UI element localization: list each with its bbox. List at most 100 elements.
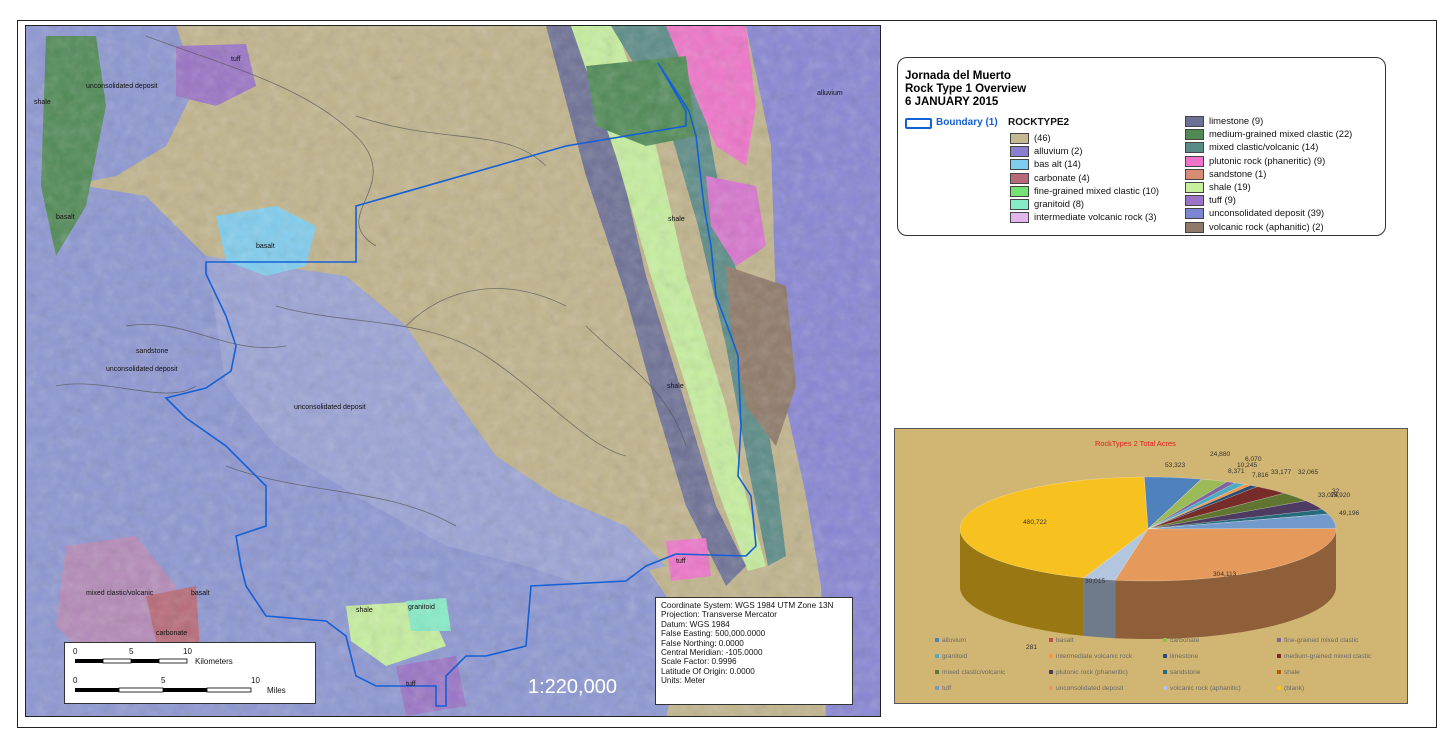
legend-dot-icon <box>935 670 939 675</box>
map-label: basalt <box>256 243 275 250</box>
legend-label: fine-grained mixed clastic (10) <box>1034 184 1160 196</box>
legend-title: Jornada del Muerto Rock Type 1 Overview … <box>905 70 1026 109</box>
km-unit: Kilometers <box>195 657 233 666</box>
legend-label: alluvium (2) <box>1034 145 1083 157</box>
pie-legend-item: mixed clastic/volcanic <box>935 669 1005 676</box>
map-legend: Jornada del Muerto Rock Type 1 Overview … <box>897 57 1386 236</box>
pie-data-label: 30,015 <box>1085 578 1106 585</box>
legend-swatch <box>1185 208 1204 220</box>
pie-legend-label: volcanic rock (aphanitic) <box>1170 685 1241 692</box>
map-label: carbonate <box>156 630 188 637</box>
map-label: basalt <box>191 590 210 597</box>
legend-swatch <box>1185 195 1204 207</box>
pie-legend-label: shale <box>1284 669 1300 676</box>
boundary-swatch <box>905 118 932 129</box>
legend-swatch <box>1185 129 1204 141</box>
pie-data-label: 33,177 <box>1271 469 1292 476</box>
map-label: basalt <box>56 214 75 221</box>
map-label: unconsolidated deposit <box>294 404 366 411</box>
pie-data-label: 7,816 <box>1252 472 1269 479</box>
mi-tick-5: 5 <box>161 676 166 685</box>
pie-data-label: 32,065 <box>1298 469 1319 476</box>
pie-data-label: 281 <box>1026 644 1038 651</box>
legend-swatch <box>1185 142 1204 154</box>
pie-data-label: 8,371 <box>1228 468 1245 475</box>
info-line: Coordinate System: WGS 1984 UTM Zone 13N <box>661 601 834 610</box>
acres-pie-chart: RockTypes 2 Total Acres 53,323 281 24,880 8,… <box>894 428 1408 704</box>
legend-label: shale (19) <box>1209 181 1251 192</box>
legend-title-line: Jornada del Muerto <box>905 70 1012 82</box>
info-line: False Easting: 500,000.0000 <box>661 629 766 639</box>
info-line: Latitude Of Origin: 0.0000 <box>661 666 755 676</box>
map-label: unconsolidated deposit <box>86 83 158 90</box>
coordinate-info: Coordinate System: WGS 1984 UTM Zone 13N… <box>655 597 853 705</box>
pie-legend-label: tuff <box>942 685 952 692</box>
legend-label: granitoid (8) <box>1034 198 1085 209</box>
legend-label: bas alt (14) <box>1034 158 1081 170</box>
pie-legend-item: shale <box>1277 669 1300 676</box>
legend-dot-icon <box>1277 686 1281 691</box>
pie-data-label: 304,113 <box>1213 571 1237 578</box>
map-label: shale <box>356 607 373 614</box>
pie-legend-item: (blank) <box>1277 685 1304 692</box>
pie-legend-item: basalt <box>1049 637 1074 644</box>
mi-tick-10: 10 <box>251 676 260 685</box>
pie-legend-item: carbonate <box>1163 637 1199 644</box>
map-label: tuff <box>406 681 416 688</box>
pie-canvas <box>959 476 1337 639</box>
mi-tick-0: 0 <box>73 676 78 685</box>
pie-legend-label: unconsolidated deposit <box>1056 685 1124 692</box>
legend-swatch <box>1010 172 1029 184</box>
legend-swatch <box>1185 168 1204 180</box>
map-label: shale <box>667 383 684 390</box>
pie-legend-label: fine-grained mixed clastic <box>1284 637 1359 644</box>
map-label: mixed clastic/volcanic <box>86 590 154 597</box>
legend-label: intermediate volcanic rock (3) <box>1034 211 1157 223</box>
pie-data-label: 10,245 <box>1237 462 1258 469</box>
legend-label: sandstone (1) <box>1209 167 1267 179</box>
pie-legend-item: alluvium <box>935 637 966 644</box>
boundary-label: Boundary (1) <box>936 117 998 128</box>
pie-legend-label: granitoid <box>942 653 968 660</box>
pie-legend-label: medium-grained mixed clastic <box>1284 653 1372 660</box>
pie-legend-label: (blank) <box>1284 685 1305 692</box>
legend-dot-icon <box>1163 670 1167 675</box>
pie-data-label: 6,070 <box>1245 456 1262 463</box>
pie-legend-item: volcanic rock (aphanitic) <box>1163 685 1241 692</box>
map-label: shale <box>668 216 685 223</box>
legend-dot-icon <box>1277 638 1281 643</box>
km-tick-0: 0 <box>73 647 78 656</box>
legend-dot-icon <box>1163 638 1167 643</box>
pie-legend-item: intermediate volcanic rock <box>1049 653 1132 660</box>
legend-dot-icon <box>1163 686 1167 691</box>
legend-swatch <box>1010 159 1029 171</box>
km-tick-10: 10 <box>183 647 192 656</box>
info-line: False Northing: 0.0000 <box>661 638 744 648</box>
pie-data-label: 49,196 <box>1339 510 1360 517</box>
mi-unit: Miles <box>267 686 286 695</box>
pie-legend-label: limestone <box>1170 653 1199 660</box>
legend-swatch <box>1010 212 1029 224</box>
legend-swatch <box>1185 182 1204 193</box>
legend-label: plutonic rock (phaneritic) (9) <box>1209 154 1326 166</box>
pie-data-label: 480,722 <box>1023 519 1047 526</box>
legend-dot-icon <box>1277 654 1281 659</box>
legend-label: medium-grained mixed clastic (22) <box>1209 128 1353 140</box>
map-label: tuff <box>231 56 241 63</box>
info-line: Scale Factor: 0.9996 <box>661 657 737 667</box>
map-label: sandstone <box>136 348 169 355</box>
pie-legend-item: unconsolidated deposit <box>1049 685 1123 692</box>
map-label: shale <box>34 99 51 106</box>
pie-data-label: 24,880 <box>1210 451 1231 458</box>
info-line: Projection: Transverse Mercator <box>661 610 778 620</box>
legend-title-line: Rock Type 1 Overview <box>905 83 1027 95</box>
legend-dot-icon <box>1277 670 1281 675</box>
pie-legend-item: tuff <box>935 685 951 692</box>
map-scale-ratio: 1:220,000 <box>528 676 617 698</box>
legend-swatch <box>1010 199 1029 210</box>
legend-label: (46) <box>1034 132 1051 143</box>
map-label: unconsolidated deposit <box>106 366 178 373</box>
legend-label: limestone (9) <box>1209 115 1264 126</box>
pie-slice-side <box>1083 577 1116 639</box>
pie-legend-item: fine-grained mixed clastic <box>1277 637 1358 644</box>
